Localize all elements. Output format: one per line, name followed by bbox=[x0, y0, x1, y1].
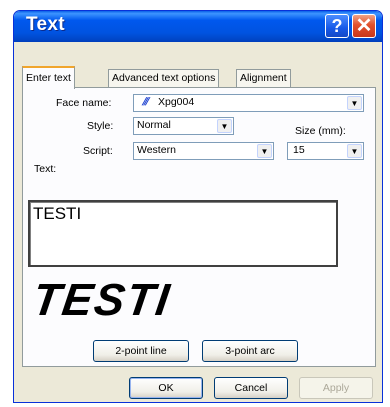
three-point-arc-button[interactable]: 3-point arc bbox=[202, 340, 298, 362]
style-dropdown[interactable]: Normal ▼ bbox=[133, 117, 234, 135]
chevron-down-icon[interactable]: ▼ bbox=[347, 144, 362, 158]
ok-button[interactable]: OK bbox=[129, 377, 203, 399]
size-dropdown[interactable]: 15 ▼ bbox=[287, 142, 364, 160]
text-label: Text: bbox=[34, 163, 57, 175]
text-input[interactable]: TESTI bbox=[28, 200, 338, 267]
dialog-body: Enter text Advanced text options Alignme… bbox=[17, 42, 379, 400]
chevron-down-icon[interactable]: ▼ bbox=[257, 144, 272, 158]
face-name-label: Face name: bbox=[56, 97, 112, 109]
dialog-title: Text bbox=[26, 14, 65, 35]
help-icon: ? bbox=[331, 16, 343, 36]
size-value: 15 bbox=[293, 144, 305, 156]
embroidery-font-icon: ⫻ bbox=[142, 96, 149, 108]
chevron-down-icon[interactable]: ▼ bbox=[217, 119, 232, 133]
title-bar[interactable]: Text ? ✕ bbox=[14, 11, 382, 42]
text-preview: TESTI bbox=[29, 274, 175, 325]
apply-button[interactable]: Apply bbox=[299, 377, 373, 399]
face-name-dropdown[interactable]: ⫻ Xpg004 ▼ bbox=[133, 94, 364, 112]
help-button[interactable]: ? bbox=[325, 14, 349, 38]
script-label: Script: bbox=[83, 145, 113, 157]
two-point-line-button[interactable]: 2-point line bbox=[93, 340, 189, 362]
text-dialog: Text ? ✕ Enter text Advanced text option… bbox=[13, 10, 383, 403]
close-icon: ✕ bbox=[355, 15, 373, 37]
close-button[interactable]: ✕ bbox=[352, 14, 376, 38]
face-name-value: Xpg004 bbox=[158, 96, 195, 108]
tab-enter-text[interactable]: Enter text bbox=[22, 66, 75, 89]
chevron-down-icon[interactable]: ▼ bbox=[347, 96, 362, 110]
tab-alignment[interactable]: Alignment bbox=[236, 69, 291, 88]
script-dropdown[interactable]: Western ▼ bbox=[133, 142, 274, 160]
tab-advanced-text-options[interactable]: Advanced text options bbox=[108, 69, 220, 88]
script-value: Western bbox=[137, 144, 176, 156]
size-label: Size (mm): bbox=[295, 125, 346, 137]
text-input-value: TESTI bbox=[33, 204, 82, 223]
style-label: Style: bbox=[87, 120, 114, 132]
style-value: Normal bbox=[137, 119, 171, 131]
cancel-button[interactable]: Cancel bbox=[214, 377, 288, 399]
